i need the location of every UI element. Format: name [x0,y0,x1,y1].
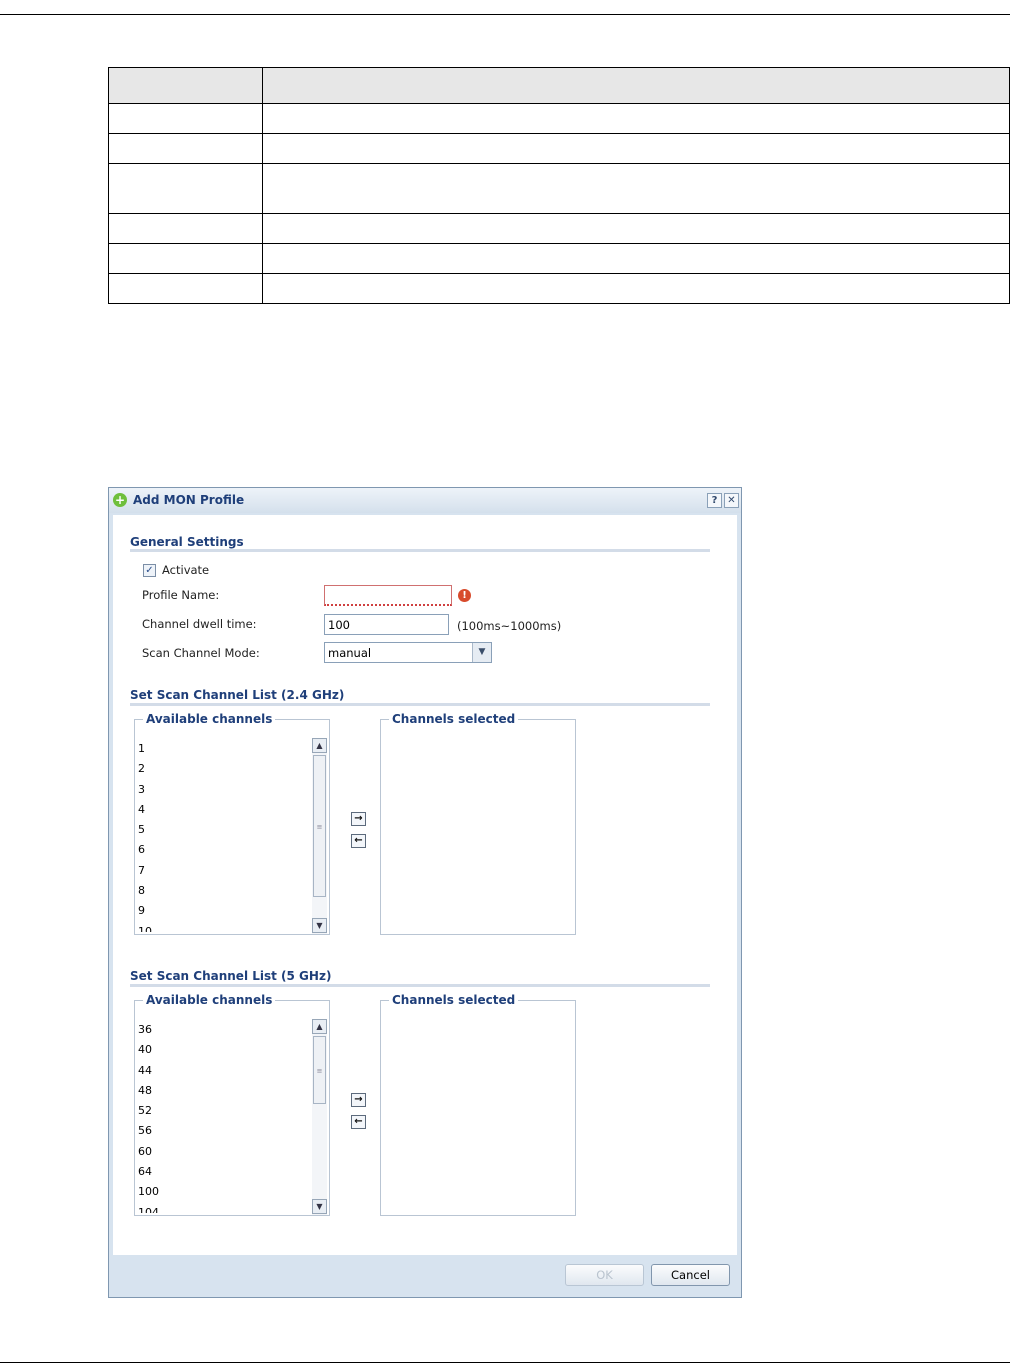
list-item[interactable]: 2 [138,759,313,779]
list-item[interactable]: 60 [138,1142,313,1162]
scan-list-24-title: Set Scan Channel List (2.4 GHz) [130,688,345,702]
profile-name-input[interactable] [324,585,452,606]
footer-rule [0,1362,1010,1363]
dialog-titlebar: + Add MON Profile ? ✕ [109,488,741,513]
table-row [108,163,1010,214]
channels-selected-5[interactable]: Channels selected [380,993,576,1216]
available-channels-24-legend: Available channels [143,712,276,726]
general-settings-title: General Settings [130,535,244,549]
scroll-thumb[interactable]: ≡ [313,1036,326,1104]
move-right-icon[interactable]: → [351,812,366,826]
move-left-icon[interactable]: ← [351,1115,366,1129]
list-item[interactable]: 7 [138,861,313,881]
close-icon[interactable]: ✕ [724,493,739,508]
scroll-down-icon[interactable]: ▼ [312,1199,327,1214]
cancel-button[interactable]: Cancel [651,1264,730,1286]
activate-checkbox[interactable]: ✓ [143,564,156,577]
help-icon[interactable]: ? [707,493,722,508]
scan-mode-select[interactable]: manual ▼ [324,642,492,663]
list-item[interactable]: 1 [138,739,313,759]
table-row [108,243,1010,274]
list-item[interactable]: 48 [138,1081,313,1101]
ok-button[interactable]: OK [565,1264,644,1286]
scrollbar[interactable]: ▲ ≡ ▼ [312,1019,327,1215]
list-item[interactable]: 100 [138,1182,313,1202]
scroll-up-icon[interactable]: ▲ [312,1019,327,1034]
list-item[interactable]: 8 [138,881,313,901]
channel-list-24[interactable]: 1 2 3 4 5 6 7 8 9 10 [138,739,313,932]
scan-list-5-title: Set Scan Channel List (5 GHz) [130,969,332,983]
table-header-row [108,67,1010,104]
available-channels-5-legend: Available channels [143,993,276,1007]
scrollbar[interactable]: ▲ ≡ ▼ [312,738,327,934]
scan-mode-label: Scan Channel Mode: [142,646,260,660]
list-item[interactable]: 104 [138,1203,313,1213]
add-icon: + [113,493,127,507]
list-item[interactable]: 36 [138,1020,313,1040]
error-icon: ! [458,589,471,602]
add-mon-profile-dialog: + Add MON Profile ? ✕ General Settings ✓… [108,487,742,1298]
table-row [108,273,1010,304]
profile-name-label: Profile Name: [142,588,220,602]
doc-table [108,67,1010,304]
list-item[interactable]: 52 [138,1101,313,1121]
list-item[interactable]: 56 [138,1121,313,1141]
section-divider [130,703,710,706]
section-divider [130,549,710,552]
header-rule [0,14,1010,15]
list-item[interactable]: 40 [138,1040,313,1060]
activate-label: Activate [162,563,210,577]
dwell-time-input[interactable] [324,614,449,635]
list-item[interactable]: 9 [138,901,313,921]
dwell-time-hint: (100ms~1000ms) [457,619,562,633]
section-divider [130,984,710,987]
scroll-thumb[interactable]: ≡ [313,755,326,897]
list-item[interactable]: 10 [138,922,313,932]
scroll-down-icon[interactable]: ▼ [312,918,327,933]
dialog-body: General Settings ✓ Activate Profile Name… [113,515,737,1255]
list-item[interactable]: 44 [138,1061,313,1081]
channel-list-5[interactable]: 36 40 44 48 52 56 60 64 100 104 [138,1020,313,1213]
channels-selected-5-legend: Channels selected [389,993,519,1007]
dwell-time-label: Channel dwell time: [142,617,257,631]
list-item[interactable]: 64 [138,1162,313,1182]
list-item[interactable]: 3 [138,780,313,800]
list-item[interactable]: 5 [138,820,313,840]
move-right-icon[interactable]: → [351,1093,366,1107]
move-left-icon[interactable]: ← [351,834,366,848]
available-channels-5: Available channels 36 40 44 48 52 56 60 … [134,993,330,1216]
table-row [108,213,1010,244]
list-item[interactable]: 6 [138,840,313,860]
table-row [108,103,1010,134]
chevron-down-icon[interactable]: ▼ [472,643,491,662]
scroll-up-icon[interactable]: ▲ [312,738,327,753]
scan-mode-value: manual [328,646,372,660]
channels-selected-24-legend: Channels selected [389,712,519,726]
table-row [108,133,1010,164]
channels-selected-24[interactable]: Channels selected [380,712,576,935]
dialog-title: Add MON Profile [133,493,245,507]
list-item[interactable]: 4 [138,800,313,820]
available-channels-24: Available channels 1 2 3 4 5 6 7 8 9 10 … [134,712,330,935]
